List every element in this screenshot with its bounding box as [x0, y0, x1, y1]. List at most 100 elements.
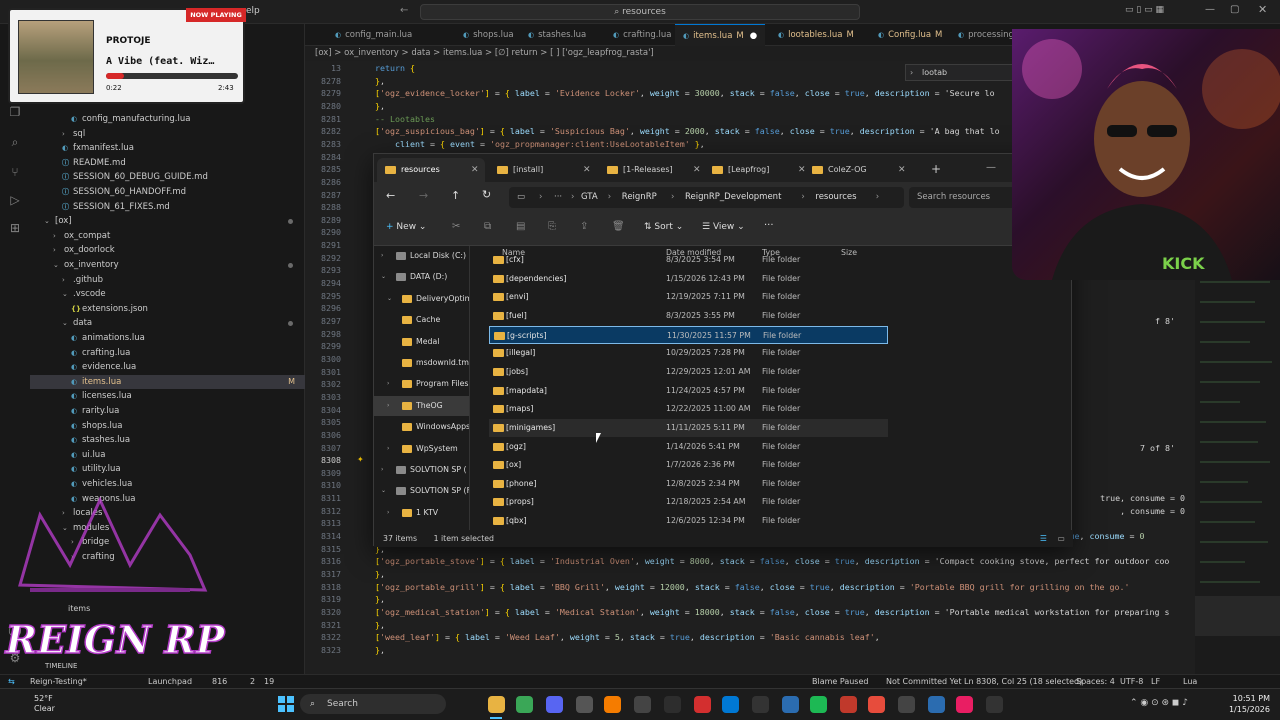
share-icon[interactable]: ⇪: [580, 221, 588, 232]
file-row[interactable]: [ox] 1/7/2026 2:36 PM File folder: [489, 456, 888, 475]
code-line[interactable]: return {: [375, 63, 415, 73]
code-line[interactable]: client = { event = 'ogz_propmanager:clie…: [375, 139, 705, 149]
delete-icon[interactable]: 🗑︎: [612, 221, 625, 232]
tree-folder[interactable]: › .github: [30, 273, 305, 288]
app-icon[interactable]: [634, 696, 651, 713]
file-row[interactable]: [qbx] 12/6/2025 12:34 PM File folder: [489, 512, 888, 530]
chevron-down-icon[interactable]: ⌄: [387, 289, 392, 309]
status-right-item[interactable]: LF: [1151, 675, 1160, 688]
file-row[interactable]: [envi] 12/19/2025 7:11 PM File folder: [489, 288, 888, 307]
tree-folder[interactable]: ⌄ data: [30, 316, 305, 331]
discord-icon[interactable]: [546, 696, 563, 713]
app-icon[interactable]: [868, 696, 885, 713]
explorer-tab[interactable]: resources ✕: [377, 158, 485, 182]
weather-widget[interactable]: 52°F Clear: [34, 694, 55, 714]
tree-file[interactable]: ◐ config_manufacturing.lua: [30, 112, 305, 127]
code-line[interactable]: },: [375, 569, 385, 579]
maximize-icon[interactable]: ▢: [1230, 4, 1239, 15]
code-line[interactable]: ['ogz_evidence_locker'] = { label = 'Evi…: [375, 88, 995, 98]
nav-item[interactable]: ⌄ DeliveryOptim: [374, 289, 469, 309]
paste-icon[interactable]: ▤: [516, 221, 525, 232]
nav-item[interactable]: ⌄ DATA (D:): [374, 267, 469, 287]
file-row[interactable]: [g-scripts] 11/30/2025 11:57 PM File folde…: [489, 325, 888, 345]
find-widget[interactable]: › lootab A: [905, 64, 1025, 81]
up-icon[interactable]: ↑: [451, 189, 460, 202]
file-row[interactable]: [maps] 12/22/2025 11:00 AM File folder: [489, 400, 888, 419]
nav-item[interactable]: Medal: [374, 332, 469, 352]
code-line[interactable]: ['ogz_portable_grill'] = { label = 'BBQ …: [375, 582, 1130, 592]
back-icon[interactable]: ←: [386, 189, 395, 202]
tree-file[interactable]: ◐ rarity.lua: [30, 404, 305, 419]
sort-button[interactable]: ⇅ Sort ⌄: [644, 222, 683, 232]
code-line[interactable]: ['weed_leaf'] = { label = 'Weed Leaf', w…: [375, 632, 880, 642]
explorer-tab[interactable]: [1-Releases] ✕: [599, 158, 707, 182]
app-icon[interactable]: [840, 696, 857, 713]
app-icon[interactable]: [956, 696, 973, 713]
close-tab-icon[interactable]: ✕: [583, 158, 591, 182]
menu-help[interactable]: elp: [246, 6, 260, 16]
file-row[interactable]: [dependencies] 1/15/2026 12:43 PM File fol…: [489, 270, 888, 289]
source-control-icon[interactable]: ⑂: [7, 164, 23, 180]
file-row[interactable]: [cfx] 8/3/2025 3:54 PM File folder: [489, 251, 888, 270]
explorer-tab[interactable]: ColeZ-OG ✕: [804, 158, 912, 182]
spotify-icon[interactable]: [810, 696, 827, 713]
app-icon[interactable]: [898, 696, 915, 713]
tree-folder[interactable]: › ox_doorlock: [30, 243, 305, 258]
breadcrumb-segment[interactable]: ReignRP: [622, 187, 657, 208]
tree-file[interactable]: ◐ shops.lua: [30, 419, 305, 434]
tab-shops-lua[interactable]: ◐ shops.lua: [455, 24, 522, 46]
tree-file[interactable]: ⓘ README.md: [30, 156, 305, 171]
extensions-icon[interactable]: ⊞: [7, 220, 23, 236]
tree-file[interactable]: ⓘ SESSION_61_FIXES.md: [30, 200, 305, 215]
close-icon[interactable]: ✕: [1258, 3, 1267, 16]
search-icon[interactable]: ⌕: [7, 134, 23, 150]
nav-back-icon[interactable]: ←: [400, 5, 408, 16]
taskbar-search[interactable]: ⌕ Search: [300, 694, 446, 714]
nav-item[interactable]: msdownld.tm: [374, 353, 469, 373]
tab-lootables-lua[interactable]: ◐ lootables.lua M: [770, 24, 862, 46]
cut-icon[interactable]: ✂: [452, 221, 460, 232]
run-icon[interactable]: ▷: [7, 192, 23, 208]
explorer-tab[interactable]: [install] ✕: [489, 158, 597, 182]
status-right-item[interactable]: Blame Paused: [812, 675, 868, 688]
tree-file[interactable]: {} extensions.json: [30, 302, 305, 317]
rename-icon[interactable]: ⎘: [548, 221, 556, 232]
remote-icon[interactable]: ⇆: [8, 675, 15, 688]
tree-file[interactable]: ◐ items.lua M: [30, 374, 305, 390]
tab-stashes-lua[interactable]: ◐ stashes.lua: [520, 24, 594, 46]
nav-item[interactable]: › SOLVTION SP (: [374, 460, 469, 480]
status-left-item[interactable]: 19: [264, 675, 274, 688]
tab-items-lua[interactable]: ◐ items.lua M ●: [675, 24, 766, 46]
tree-folder[interactable]: ⌄ ox_inventory: [30, 258, 305, 273]
view-button[interactable]: ☰ View ⌄: [702, 222, 745, 232]
app-icon[interactable]: [782, 696, 799, 713]
find-input[interactable]: lootab: [922, 68, 947, 77]
acrobat-icon[interactable]: [694, 696, 711, 713]
vscode-icon[interactable]: [722, 696, 739, 713]
app-icon[interactable]: [576, 696, 593, 713]
file-row[interactable]: [props] 12/18/2025 2:54 AM File folder: [489, 493, 888, 512]
tab-crafting-lua[interactable]: ◐ crafting.lua: [605, 24, 679, 46]
app-icon[interactable]: [928, 696, 945, 713]
address-bar[interactable]: ▭ › ··· › GTA › ReignRP › ReignRP_Development › re…: [509, 187, 904, 208]
file-row[interactable]: [mapdata] 11/24/2025 4:57 PM File folder: [489, 382, 888, 401]
tree-folder[interactable]: › ox_compat: [30, 229, 305, 244]
nav-item[interactable]: › Local Disk (C:): [374, 246, 469, 266]
this-pc-icon[interactable]: ▭: [517, 187, 525, 208]
tree-file[interactable]: ◐ animations.lua: [30, 331, 305, 346]
status-right-item[interactable]: Spaces: 4: [1076, 675, 1115, 688]
file-row[interactable]: [ogz] 1/14/2026 5:41 PM File folder: [489, 438, 888, 457]
breadcrumb-segment[interactable]: ReignRP_Development: [685, 187, 781, 208]
file-row[interactable]: [jobs] 12/29/2025 12:01 AM File folder: [489, 363, 888, 382]
command-center-search[interactable]: ⌕ resources: [420, 4, 860, 20]
file-row[interactable]: [fuel] 8/3/2025 3:55 PM File folder: [489, 307, 888, 326]
refresh-icon[interactable]: ↻: [482, 188, 491, 201]
terminal-icon[interactable]: [664, 696, 681, 713]
minimize-icon[interactable]: —: [1205, 4, 1215, 15]
nav-item[interactable]: › WpSystem: [374, 439, 469, 459]
new-tab-button[interactable]: +: [931, 162, 941, 176]
chevron-down-icon[interactable]: ⌄: [381, 267, 386, 287]
chevron-right-icon[interactable]: ›: [387, 374, 389, 394]
chevron-down-icon[interactable]: ⌄: [381, 481, 386, 501]
chrome-icon[interactable]: [516, 696, 533, 713]
